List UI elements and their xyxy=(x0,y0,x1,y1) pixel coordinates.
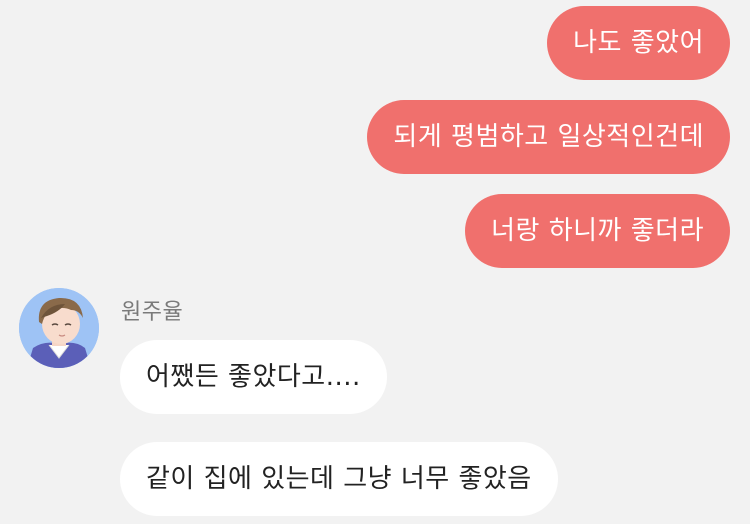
profile-avatar-icon xyxy=(19,288,99,368)
outgoing-message[interactable]: 너랑 하니까 좋더라 xyxy=(465,194,730,268)
contact-name: 원주율 xyxy=(121,300,184,325)
incoming-message[interactable]: 같이 집에 있는데 그냥 너무 좋았음 xyxy=(120,442,558,516)
contact-avatar[interactable] xyxy=(19,288,99,368)
outgoing-message[interactable]: 되게 평범하고 일상적인건데 xyxy=(367,100,730,174)
outgoing-message[interactable]: 나도 좋았어 xyxy=(547,6,730,80)
incoming-message[interactable]: 어쨌든 좋았다고.... xyxy=(120,340,387,414)
